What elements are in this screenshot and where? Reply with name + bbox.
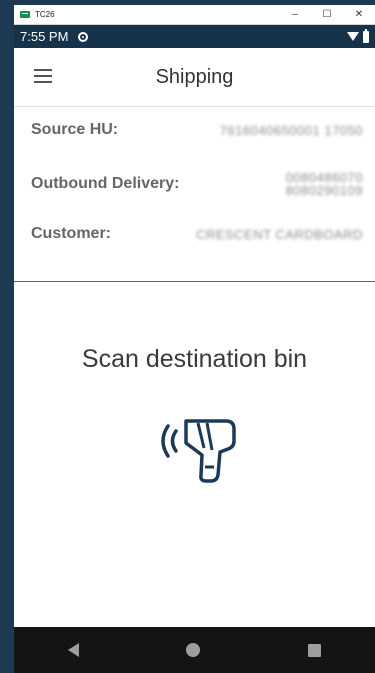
home-circle-icon[interactable] [186,643,201,657]
page-title: Shipping [155,66,234,88]
minimize-button[interactable]: – [279,5,311,25]
navigation-bar [14,627,375,673]
barcode-scanner-icon [161,419,236,483]
app-header: Shipping [14,48,375,107]
emulator-frame: TC26 – ☐ ✕ 7:55 PM Shipping Source HU: 7 [0,0,375,673]
scan-prompt: Scan destination bin [81,345,308,373]
info-row-customer: Customer: CRESCENT CARDBOARD [31,225,363,243]
wifi-icon [347,32,359,41]
window-title: TC26 [35,10,55,19]
source-hu-label: Source HU: [31,121,119,138]
status-indicators [347,28,369,43]
shipment-info: Source HU: 7616040650001 17050 Outbound … [14,107,375,282]
window-controls: – ☐ ✕ [279,5,375,25]
recents-square-icon[interactable] [308,643,322,657]
status-time: 7:55 PM [20,29,69,44]
device-screen: 7:55 PM Shipping Source HU: 761604065000… [14,25,375,673]
info-row-outbound-delivery: Outbound Delivery: 0080486070 8080290109 [31,171,363,197]
maximize-button[interactable]: ☐ [311,5,343,25]
window-titlebar: TC26 – ☐ ✕ [14,5,375,25]
battery-icon [363,28,369,43]
customer-label: Customer: [31,225,112,242]
customer-value: CRESCENT CARDBOARD [196,226,363,242]
info-row-source-hu: Source HU: 7616040650001 17050 [31,121,363,139]
back-triangle-icon[interactable] [67,643,79,657]
app-icon [20,11,30,18]
close-button[interactable]: ✕ [343,5,375,25]
source-hu-value: 7616040650001 17050 [219,122,363,138]
status-bar: 7:55 PM [14,25,375,48]
sync-icon [78,31,89,42]
outbound-delivery-label: Outbound Delivery: [31,175,180,192]
outbound-delivery-value: 0080486070 8080290109 [285,170,363,198]
